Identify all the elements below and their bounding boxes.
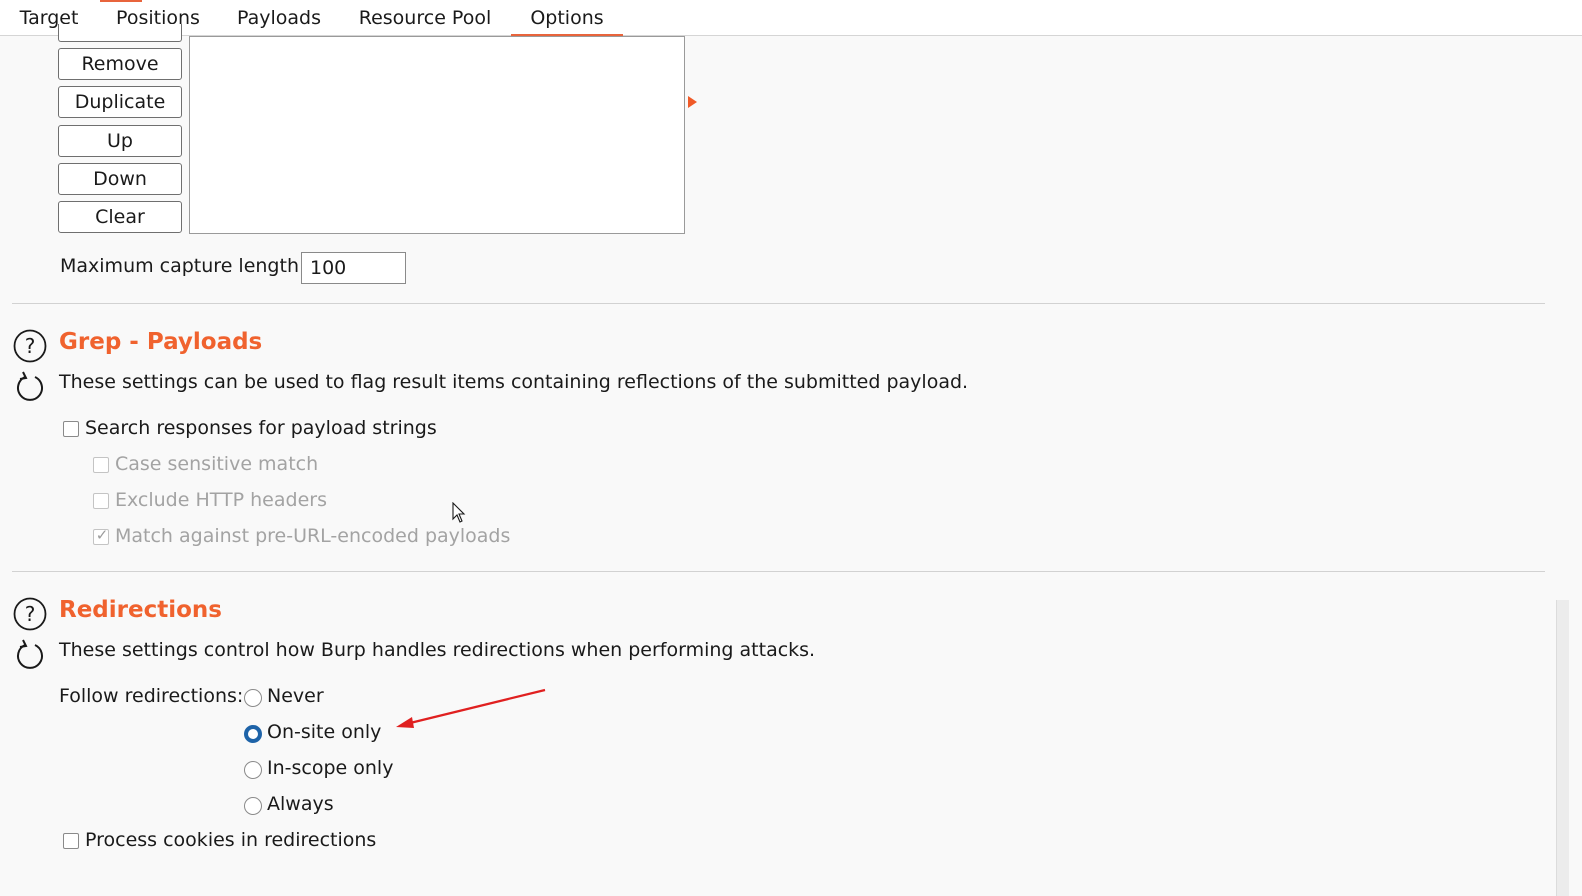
down-button[interactable]: Down <box>58 163 182 195</box>
clear-button[interactable]: Clear <box>58 201 182 233</box>
annotation-arrow-icon <box>396 688 546 728</box>
radio-in-scope-only-label[interactable]: In-scope only <box>267 757 393 779</box>
redirections-description: These settings control how Burp handles … <box>59 639 816 661</box>
exclude-headers-checkbox[interactable] <box>93 493 109 509</box>
case-sensitive-checkbox[interactable] <box>93 457 109 473</box>
search-responses-label[interactable]: Search responses for payload strings <box>85 417 437 439</box>
process-cookies-label[interactable]: Process cookies in redirections <box>85 829 376 851</box>
help-icon[interactable]: ? <box>13 329 47 363</box>
scrollbar-thumb[interactable] <box>1556 600 1569 896</box>
mouse-cursor-icon <box>452 502 466 523</box>
capture-length-input[interactable] <box>301 252 406 284</box>
match-pre-url-checkbox[interactable]: ✓ <box>93 526 109 545</box>
radio-on-site-only-label[interactable]: On-site only <box>267 721 381 743</box>
add-button-partial[interactable] <box>58 24 182 42</box>
tab-resource-pool[interactable]: Resource Pool <box>352 0 498 36</box>
checkmark-icon: ✓ <box>95 526 109 544</box>
tab-bar: Target Positions Payloads Resource Pool … <box>0 0 1582 36</box>
grep-payloads-description: These settings can be used to flag resul… <box>59 371 969 393</box>
capture-length-label: Maximum capture length: <box>60 255 306 277</box>
remove-button[interactable]: Remove <box>58 48 182 80</box>
match-pre-url-label[interactable]: Match against pre-URL-encoded payloads <box>115 525 510 547</box>
section-divider <box>12 571 1545 572</box>
tab-payloads[interactable]: Payloads <box>228 0 330 36</box>
radio-always[interactable] <box>244 797 262 815</box>
radio-always-label[interactable]: Always <box>267 793 334 815</box>
redirections-title: Redirections <box>59 597 222 623</box>
radio-on-site-only[interactable] <box>244 725 262 743</box>
help-icon[interactable]: ? <box>13 597 47 631</box>
duplicate-button[interactable]: Duplicate <box>58 86 182 118</box>
case-sensitive-label[interactable]: Case sensitive match <box>115 453 318 475</box>
svg-text:?: ? <box>25 334 36 358</box>
svg-text:?: ? <box>25 602 36 626</box>
refresh-icon[interactable] <box>13 637 47 671</box>
exclude-headers-label[interactable]: Exclude HTTP headers <box>115 489 327 511</box>
grep-payloads-title: Grep - Payloads <box>59 329 263 355</box>
expand-marker-icon[interactable] <box>688 96 697 108</box>
section-divider <box>12 303 1545 304</box>
tab-options[interactable]: Options <box>511 0 623 36</box>
radio-in-scope-only[interactable] <box>244 761 262 779</box>
radio-never-label[interactable]: Never <box>267 685 324 707</box>
refresh-icon[interactable] <box>13 369 47 403</box>
up-button[interactable]: Up <box>58 125 182 157</box>
grep-extract-list[interactable] <box>189 36 685 234</box>
follow-redirections-label: Follow redirections: <box>59 685 244 707</box>
search-responses-checkbox[interactable] <box>63 421 79 437</box>
process-cookies-checkbox[interactable] <box>63 833 79 849</box>
radio-never[interactable] <box>244 689 262 707</box>
